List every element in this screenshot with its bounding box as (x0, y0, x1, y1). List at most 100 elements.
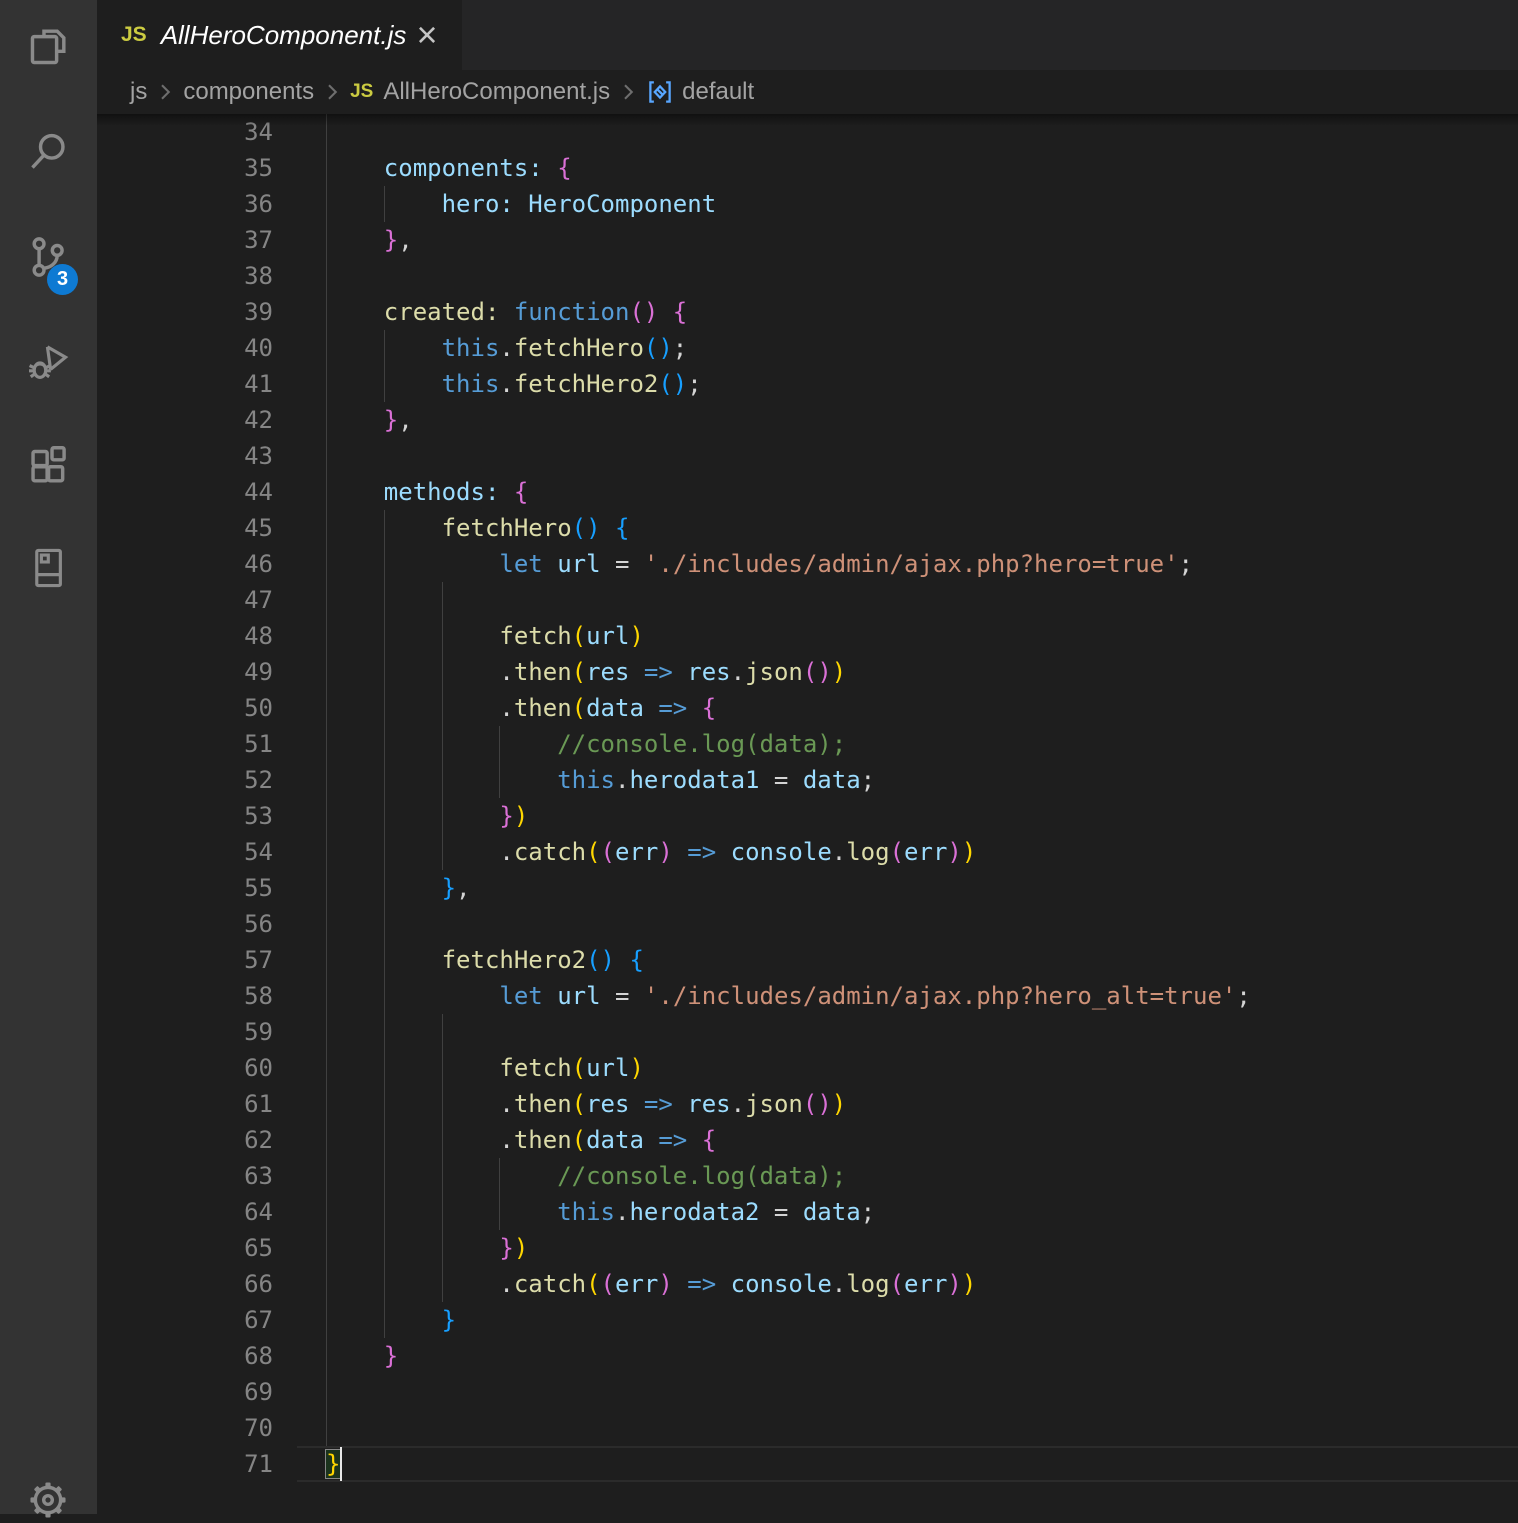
line-number: 71 (97, 1446, 273, 1482)
code-line: 51 //console.log(data); (97, 726, 1518, 762)
line-number: 44 (97, 474, 273, 510)
code-text: .then(data => { (326, 1122, 716, 1158)
line-number: 54 (97, 834, 273, 870)
code-text: .then(data => { (326, 690, 716, 726)
indent-guide (326, 906, 327, 942)
line-number: 42 (97, 402, 273, 438)
indent-guide (384, 582, 385, 618)
source-control-icon[interactable]: 3 (25, 234, 71, 280)
code-line: 52 this.herodata1 = data; (97, 762, 1518, 798)
code-text: this.fetchHero(); (326, 330, 687, 366)
code-text: let url = './includes/admin/ajax.php?her… (326, 546, 1193, 582)
tab-title: AllHeroComponent.js (161, 20, 407, 51)
code-text: fetchHero() { (326, 510, 629, 546)
breadcrumb-folder-js[interactable]: js (130, 78, 147, 106)
code-line: 60 fetch(url) (97, 1050, 1518, 1086)
line-number: 43 (97, 438, 273, 474)
code-line: 65 }) (97, 1230, 1518, 1266)
settings-gear-icon[interactable] (25, 1477, 71, 1523)
breadcrumb-symbol-default[interactable]: default (682, 78, 754, 106)
code-text: fetch(url) (326, 618, 644, 654)
code-line: 56 (97, 906, 1518, 942)
line-number: 34 (97, 114, 273, 150)
code-text: created: function() { (326, 294, 687, 330)
code-text: this.herodata2 = data; (326, 1194, 875, 1230)
editor-group: JS AllHeroComponent.js × js components J… (97, 0, 1518, 1514)
line-number: 40 (97, 330, 273, 366)
code-line: 54 .catch((err) => console.log(err)) (97, 834, 1518, 870)
line-number: 50 (97, 690, 273, 726)
chevron-right-icon (153, 80, 177, 104)
code-line: 67 } (97, 1302, 1518, 1338)
code-text: hero: HeroComponent (326, 186, 716, 222)
code-line: 53 }) (97, 798, 1518, 834)
code-line: 64 this.herodata2 = data; (97, 1194, 1518, 1230)
chevron-right-icon (320, 80, 344, 104)
indent-guide (326, 114, 327, 150)
code-editor[interactable]: 3435 components: {36 hero: HeroComponent… (97, 114, 1518, 1514)
indent-guide (326, 258, 327, 294)
code-text: .catch((err) => console.log(err)) (326, 1266, 976, 1302)
line-number: 41 (97, 366, 273, 402)
text-cursor (340, 1447, 342, 1481)
extensions-icon[interactable] (25, 442, 71, 488)
code-text: }) (326, 798, 528, 834)
indent-guide (326, 1374, 327, 1410)
breadcrumb-folder-components[interactable]: components (183, 78, 314, 106)
code-text: fetch(url) (326, 1050, 644, 1086)
line-number: 48 (97, 618, 273, 654)
code-line: 46 let url = './includes/admin/ajax.php?… (97, 546, 1518, 582)
code-text: }, (326, 870, 471, 906)
code-line: 55 }, (97, 870, 1518, 906)
run-debug-icon[interactable] (25, 338, 71, 384)
line-number: 55 (97, 870, 273, 906)
code-text: //console.log(data); (326, 726, 846, 762)
js-file-icon: JS (121, 23, 147, 47)
line-number: 68 (97, 1338, 273, 1374)
code-line: 41 this.fetchHero2(); (97, 366, 1518, 402)
line-number: 51 (97, 726, 273, 762)
activity-bar: 3 (0, 0, 97, 1514)
code-text: }, (326, 222, 413, 258)
code-text: fetchHero2() { (326, 942, 644, 978)
line-number: 35 (97, 150, 273, 186)
code-line: 35 components: { (97, 150, 1518, 186)
storage-view-icon[interactable] (25, 545, 71, 591)
line-number: 69 (97, 1374, 273, 1410)
code-line: 70 (97, 1410, 1518, 1446)
code-line: 40 this.fetchHero(); (97, 330, 1518, 366)
code-line: 39 created: function() { (97, 294, 1518, 330)
tab-allherocomponent[interactable]: JS AllHeroComponent.js × (97, 0, 462, 70)
line-number: 36 (97, 186, 273, 222)
tab-bar: JS AllHeroComponent.js × (97, 0, 1518, 70)
indent-guide (442, 582, 443, 618)
breadcrumb-file[interactable]: AllHeroComponent.js (383, 78, 610, 106)
indent-guide (384, 906, 385, 942)
line-number: 70 (97, 1410, 273, 1446)
line-number: 62 (97, 1122, 273, 1158)
js-file-icon: JS (350, 81, 373, 103)
code-text: let url = './includes/admin/ajax.php?her… (326, 978, 1251, 1014)
search-icon[interactable] (25, 129, 71, 175)
current-line-highlight (297, 1446, 1518, 1482)
line-number: 53 (97, 798, 273, 834)
indent-guide (384, 1014, 385, 1050)
line-number: 52 (97, 762, 273, 798)
code-line: 66 .catch((err) => console.log(err)) (97, 1266, 1518, 1302)
line-number: 66 (97, 1266, 273, 1302)
code-line: 61 .then(res => res.json()) (97, 1086, 1518, 1122)
code-text: components: { (326, 150, 572, 186)
symbol-field-icon (646, 78, 674, 106)
code-text: }, (326, 402, 413, 438)
explorer-icon[interactable] (25, 24, 71, 70)
line-number: 63 (97, 1158, 273, 1194)
indent-guide (326, 438, 327, 474)
code-line: 68 } (97, 1338, 1518, 1374)
tab-close-icon[interactable]: × (410, 18, 444, 52)
line-number: 60 (97, 1050, 273, 1086)
chevron-right-icon (616, 80, 640, 104)
code-line: 57 fetchHero2() { (97, 942, 1518, 978)
code-line: 63 //console.log(data); (97, 1158, 1518, 1194)
code-line: 44 methods: { (97, 474, 1518, 510)
code-line: 43 (97, 438, 1518, 474)
